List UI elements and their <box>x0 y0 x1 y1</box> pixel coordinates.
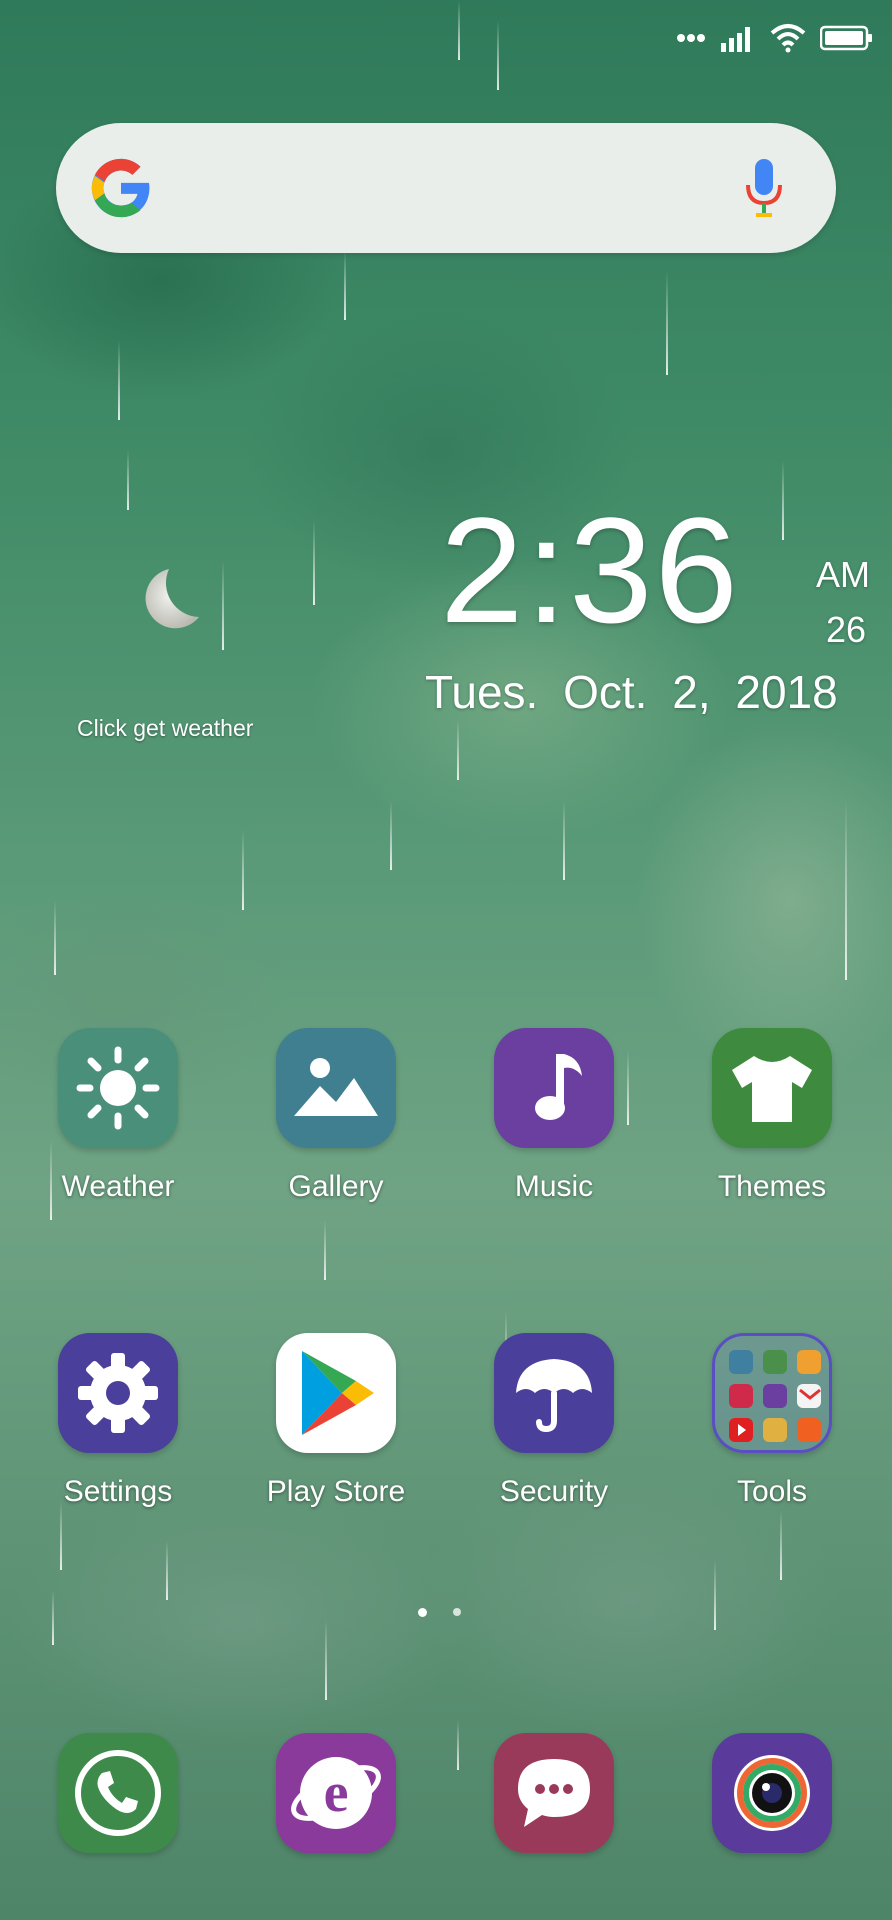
signal-icon <box>721 27 750 52</box>
browser-icon: e <box>291 1757 381 1829</box>
dock-browser[interactable]: e <box>256 1733 416 1853</box>
app-label: Security <box>499 1475 609 1508</box>
svg-text:e: e <box>324 1762 349 1824</box>
page-dot-active[interactable] <box>418 1608 427 1617</box>
clock-date[interactable]: Tues. Oct. 2, 2018 <box>425 665 838 719</box>
clock-ampm: AM <box>816 554 870 595</box>
chat-bubble-icon <box>518 1759 590 1827</box>
more-dots-icon <box>677 34 705 42</box>
weather-prompt[interactable]: Click get weather <box>77 715 253 742</box>
page-dot[interactable] <box>453 1608 461 1616</box>
status-bar <box>676 18 874 58</box>
app-label: Play Store <box>266 1475 406 1508</box>
wifi-icon <box>770 24 806 53</box>
music-note-icon <box>535 1054 582 1120</box>
dock-messages[interactable] <box>474 1733 634 1853</box>
tshirt-icon <box>732 1056 812 1122</box>
camera-icon <box>734 1755 810 1831</box>
gear-icon <box>78 1353 158 1433</box>
umbrella-icon <box>516 1359 592 1433</box>
folder-icon <box>729 1350 821 1442</box>
image-icon <box>294 1058 378 1116</box>
app-settings[interactable]: Settings <box>38 1333 198 1509</box>
app-security[interactable]: Security <box>474 1333 634 1509</box>
microphone-icon[interactable] <box>742 157 786 221</box>
app-play-store[interactable]: Play Store <box>256 1333 416 1509</box>
dock-camera[interactable] <box>692 1733 852 1853</box>
app-gallery[interactable]: Gallery <box>256 1028 416 1204</box>
app-label: Tools <box>736 1475 808 1508</box>
app-label: Settings <box>63 1475 173 1508</box>
google-search-bar[interactable] <box>56 123 836 253</box>
clock-time[interactable]: 2:36 <box>440 495 740 645</box>
app-label: Weather <box>61 1170 175 1203</box>
app-weather[interactable]: Weather <box>38 1028 198 1204</box>
play-store-icon <box>302 1351 374 1435</box>
app-music[interactable]: Music <box>474 1028 634 1204</box>
moon-icon[interactable] <box>135 565 205 635</box>
app-label: Themes <box>717 1170 827 1203</box>
clock-seconds: 26 <box>826 609 867 650</box>
phone-icon <box>75 1750 161 1836</box>
app-themes[interactable]: Themes <box>692 1028 852 1204</box>
app-label: Music <box>514 1170 594 1203</box>
app-label: Gallery <box>288 1170 384 1203</box>
app-tools-folder[interactable]: Tools <box>692 1333 852 1509</box>
sun-icon <box>76 1046 160 1130</box>
dock-phone[interactable] <box>38 1733 198 1853</box>
google-logo-icon <box>91 158 150 218</box>
page-indicator <box>418 1608 461 1617</box>
battery-icon <box>820 25 872 51</box>
